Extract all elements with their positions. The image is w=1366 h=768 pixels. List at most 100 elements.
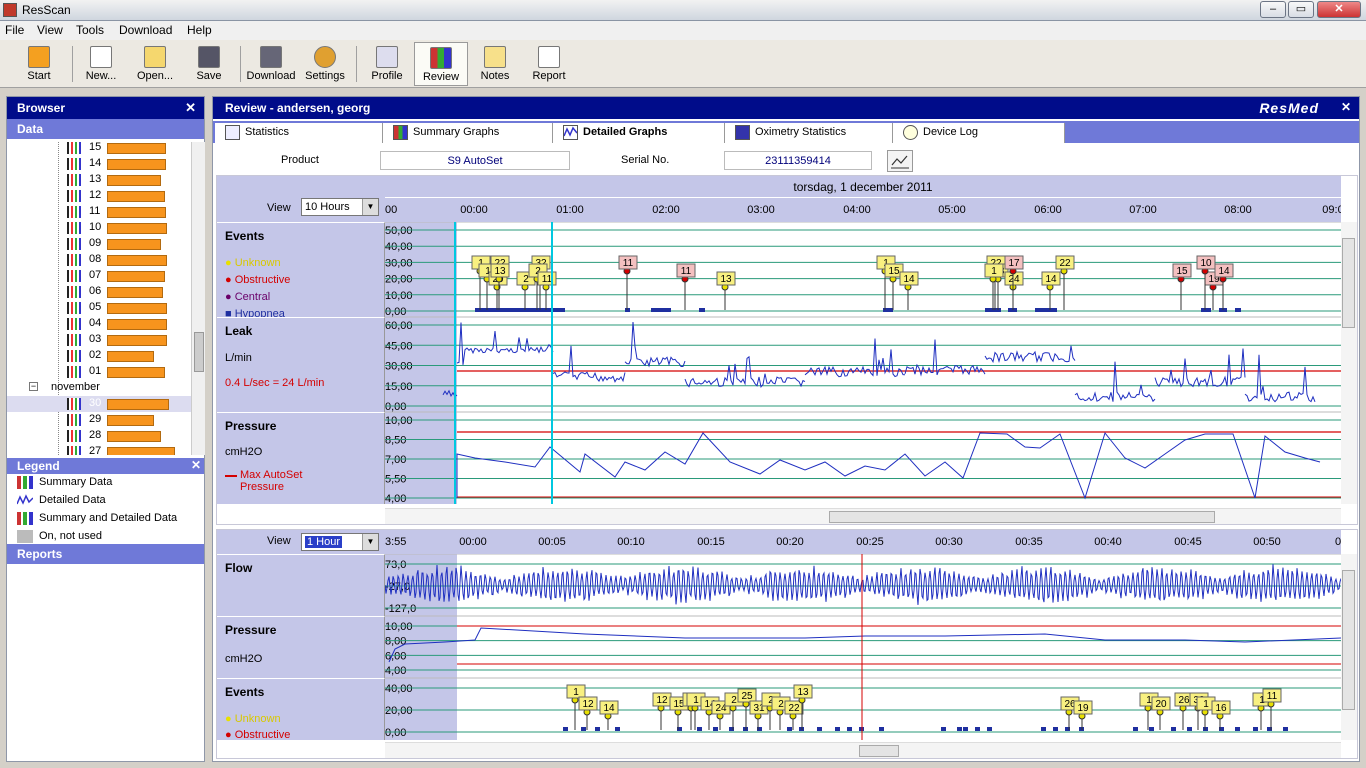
lower-hscroll[interactable] — [385, 742, 1341, 758]
chevron-down-icon: ▼ — [362, 534, 378, 550]
close-browser-icon[interactable]: ✕ — [185, 100, 196, 116]
new-button[interactable]: New... — [74, 42, 128, 86]
hypopnea-event-mark — [817, 727, 822, 731]
tree-day-item[interactable]: 11 — [7, 204, 191, 220]
tree-day-item[interactable]: 28 — [7, 428, 191, 444]
data-section-header[interactable]: Data — [7, 119, 204, 139]
usage-bar — [107, 335, 167, 346]
tree-day-item[interactable]: 30 — [7, 396, 191, 412]
lower-time-axis: 3:55 00:00 00:05 00:10 00:15 00:20 00:25 00:30 0… — [385, 536, 1341, 548]
event-count-label: 15 — [1176, 266, 1188, 277]
tree-month-november[interactable]: − november — [7, 380, 191, 396]
scrollbar-thumb[interactable] — [859, 745, 899, 757]
tree-day-item[interactable]: 03 — [7, 332, 191, 348]
tree-day-item[interactable]: 08 — [7, 252, 191, 268]
download-button[interactable]: Download — [244, 42, 298, 86]
reports-header[interactable]: Reports — [7, 544, 204, 564]
tree-day-item[interactable]: 06 — [7, 284, 191, 300]
event-marker: 15 — [884, 263, 904, 310]
open-button[interactable]: Open... — [128, 42, 182, 86]
close-window-button[interactable]: ✕ — [1317, 1, 1361, 18]
event-count-label: 1 — [1146, 695, 1152, 706]
tree-day-item[interactable]: 05 — [7, 300, 191, 316]
tree-day-item[interactable]: 10 — [7, 220, 191, 236]
toolbar-separator — [240, 46, 241, 82]
y-tick-label: 30,00 — [385, 361, 413, 373]
menu-help[interactable]: Help — [187, 23, 212, 37]
tab-device-log[interactable]: Device Log — [893, 123, 1065, 143]
tree-day-item[interactable]: 27 — [7, 444, 191, 455]
events-panel: 50,0040,0030,0020,0010,000,0011292213232… — [385, 222, 1341, 318]
scrollbar-thumb[interactable] — [829, 511, 1215, 523]
event-count-label: 11 — [681, 266, 692, 277]
upper-graphs-plot[interactable]: 50,0040,0030,0020,0010,000,0011292213232… — [385, 222, 1341, 504]
max-pressure-note: Max AutoSet Pressure — [240, 469, 303, 493]
upper-hscroll[interactable] — [385, 508, 1341, 524]
tab-oximetry-statistics[interactable]: Oximetry Statistics — [725, 123, 893, 143]
hypopnea-event-mark — [1253, 727, 1258, 731]
tree-day-item[interactable]: 13 — [7, 172, 191, 188]
notes-button[interactable]: Notes — [468, 42, 522, 86]
day-chart-icon — [67, 142, 81, 154]
maximize-button[interactable]: ▭ — [1288, 1, 1314, 18]
tree-day-item[interactable]: 09 — [7, 236, 191, 252]
scrollbar-thumb[interactable] — [1342, 238, 1355, 328]
graph-settings-button[interactable] — [887, 150, 913, 172]
tree-day-item[interactable]: 02 — [7, 348, 191, 364]
tree-day-item[interactable]: 15 — [7, 142, 191, 156]
menu-file[interactable]: File — [5, 23, 24, 37]
tree-day-item[interactable]: 12 — [7, 188, 191, 204]
minimize-button[interactable]: – — [1260, 1, 1286, 18]
tab-statistics[interactable]: Statistics — [215, 123, 383, 143]
tree-day-item[interactable]: 07 — [7, 268, 191, 284]
browser-scrollbar[interactable] — [191, 142, 205, 455]
upper-vscroll[interactable] — [1341, 222, 1357, 504]
on-not-used-icon — [17, 530, 33, 543]
legend-obstructive: ● Obstructive — [225, 274, 291, 286]
review-button[interactable]: Review — [414, 42, 468, 86]
y-tick-label: 10,00 — [385, 290, 413, 302]
review-icon — [430, 47, 452, 69]
hypopnea-event-mark — [1283, 727, 1288, 731]
menu-download[interactable]: Download — [119, 23, 172, 37]
view-10-hours-select[interactable]: 10 Hours ▼ — [301, 198, 379, 216]
close-review-icon[interactable]: ✕ — [1341, 100, 1351, 114]
collapse-icon[interactable]: − — [29, 382, 38, 391]
menu-view[interactable]: View — [37, 23, 63, 37]
time-tick-label: 02:00 — [652, 204, 680, 216]
lower-events-title: Events — [225, 685, 265, 699]
tab-summary-graphs[interactable]: Summary Graphs — [383, 123, 553, 143]
summary-data-icon — [17, 476, 33, 489]
pressure-title: Pressure — [225, 419, 277, 433]
tree-day-item[interactable]: 01 — [7, 364, 191, 380]
save-button[interactable]: Save — [182, 42, 236, 86]
lower-vscroll[interactable] — [1341, 554, 1357, 740]
event-count-label: 2 — [523, 274, 529, 285]
profile-button[interactable]: Profile — [360, 42, 414, 86]
hypopnea-event-mark — [879, 727, 884, 731]
report-icon — [538, 46, 560, 68]
tab-detailed-graphs[interactable]: Detailed Graphs — [553, 123, 725, 143]
lower-graphs-plot[interactable]: 73,0-27,0-127,010,008,006,004,0040,0020,… — [385, 554, 1341, 740]
lower-time-header: View 1 Hour ▼ 3:55 00:00 00:05 00:10 00:15 00:… — [217, 530, 1341, 554]
tree-day-item[interactable]: 04 — [7, 316, 191, 332]
scrollbar-thumb[interactable] — [194, 332, 204, 372]
legend-item: Detailed Data — [7, 492, 204, 510]
tree-day-item[interactable]: 29 — [7, 412, 191, 428]
hypopnea-event-mark — [787, 727, 792, 731]
menu-tools[interactable]: Tools — [76, 23, 104, 37]
day-label: 30 — [89, 397, 102, 409]
scrollbar-thumb[interactable] — [1342, 570, 1355, 710]
hypopnea-event-mark — [847, 727, 852, 731]
event-marker: 20 — [1151, 696, 1171, 730]
start-button[interactable]: Start — [12, 42, 66, 86]
report-button[interactable]: Report — [522, 42, 576, 86]
close-legend-icon[interactable]: ✕ — [191, 458, 201, 472]
settings-button[interactable]: Settings — [298, 42, 352, 86]
day-chart-icon — [67, 254, 81, 266]
tree-day-item[interactable]: 14 — [7, 156, 191, 172]
hypopnea-event-mark — [835, 727, 840, 731]
view-1-hour-select[interactable]: 1 Hour ▼ — [301, 533, 379, 551]
day-label: 02 — [89, 349, 102, 361]
event-count-label: 12 — [656, 695, 668, 706]
